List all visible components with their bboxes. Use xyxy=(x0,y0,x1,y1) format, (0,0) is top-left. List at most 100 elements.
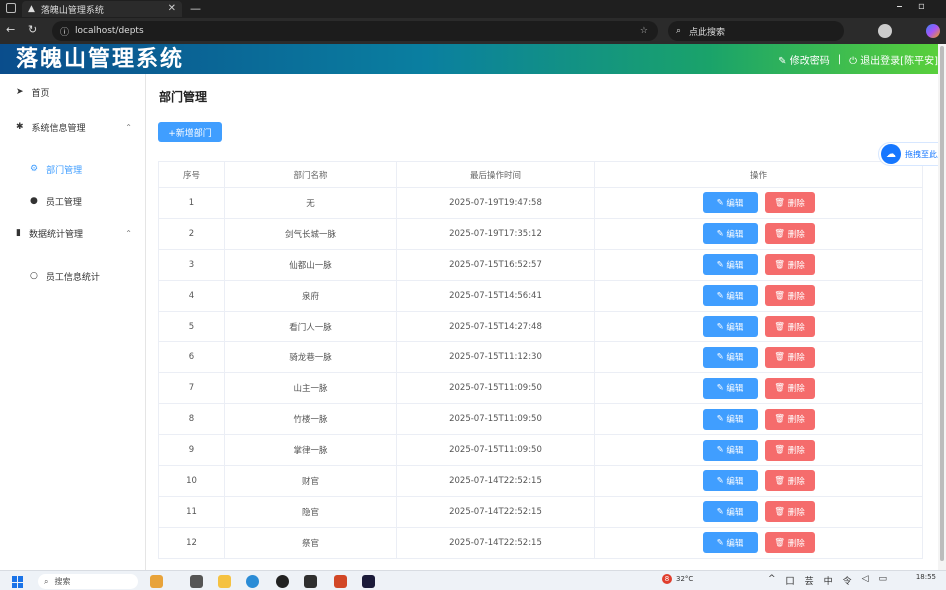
drag-drop-widget[interactable]: ☁ 拖拽至此上 xyxy=(878,142,946,166)
powerpoint-icon[interactable] xyxy=(334,575,347,588)
cell-no: 1 xyxy=(158,187,225,219)
table-row: 11 隐官 2025-07-14T22:52:15 ✎ 编辑 🗑 删除 xyxy=(158,495,923,528)
edit-button[interactable]: ✎ 编辑 xyxy=(702,192,758,214)
page-scrollbar[interactable] xyxy=(938,44,946,570)
delete-button[interactable]: 🗑 删除 xyxy=(764,470,815,492)
volume-icon[interactable]: ◁ xyxy=(862,574,869,587)
sidebar-item-employee-stats[interactable]: ○ 员工信息统计 xyxy=(0,261,146,291)
edit-button[interactable]: ✎ 编辑 xyxy=(702,254,758,276)
edit-button[interactable]: ✎ 编辑 xyxy=(702,346,758,368)
tab-title: 落魄山管理系统 xyxy=(40,5,104,16)
favorite-icon[interactable]: ☆ xyxy=(640,26,648,36)
trash-icon: 🗑 xyxy=(774,445,788,456)
edit-button[interactable]: ✎ 编辑 xyxy=(702,501,758,523)
delete-label: 删除 xyxy=(787,291,805,302)
edit-button[interactable]: ✎ 编辑 xyxy=(702,377,758,399)
browser-tab[interactable]: ▲ 落魄山管理系统 ✕ xyxy=(22,1,182,17)
add-department-button[interactable]: +新增部门 xyxy=(158,122,222,142)
logout-link[interactable]: ⏻ 退出登录[陈平安] xyxy=(849,52,938,67)
cell-time: 2025-07-15T14:56:41 xyxy=(396,279,595,312)
edit-button[interactable]: ✎ 编辑 xyxy=(702,316,758,337)
scrollbar-thumb[interactable] xyxy=(940,46,944,561)
weather-widget[interactable]: 8 32°C xyxy=(662,574,693,584)
edit-button[interactable]: ✎ 编辑 xyxy=(702,439,758,461)
edit-label: 编辑 xyxy=(726,507,744,518)
profile-avatar-icon[interactable] xyxy=(878,24,892,38)
change-password-link[interactable]: ✎ 修改密码 xyxy=(778,52,830,67)
cell-no: 12 xyxy=(158,526,225,559)
delete-button[interactable]: 🗑 删除 xyxy=(764,285,815,307)
ide-icon[interactable] xyxy=(304,575,317,588)
edit-button[interactable]: ✎ 编辑 xyxy=(702,223,758,245)
tray-expand-icon[interactable]: ^ xyxy=(768,574,776,587)
delete-label: 删除 xyxy=(787,507,805,518)
edit-button[interactable]: ✎ 编辑 xyxy=(702,532,758,554)
cell-name: 竹楼一脉 xyxy=(224,403,397,436)
cell-time: 2025-07-14T22:52:15 xyxy=(396,526,595,559)
sidebar-item-departments[interactable]: ⚙ 部门管理 xyxy=(0,154,146,184)
new-tab-icon[interactable]: — xyxy=(190,2,201,15)
trash-icon: 🗑 xyxy=(774,352,788,363)
sidebar-item-statistics[interactable]: ▮ 数据统计管理 ⌃ xyxy=(0,218,146,248)
edit-icon: ✎ xyxy=(716,352,727,363)
delete-button[interactable]: 🗑 删除 xyxy=(764,316,815,337)
taskbar-search[interactable]: ⌕ 搜索 xyxy=(38,574,138,589)
delete-button[interactable]: 🗑 删除 xyxy=(764,223,815,245)
windows-start-icon[interactable] xyxy=(12,576,24,588)
sidebar-item-employees[interactable]: ● 员工管理 xyxy=(0,186,146,216)
copilot-icon[interactable] xyxy=(926,24,940,38)
cell-actions: ✎ 编辑 🗑 删除 xyxy=(594,465,923,497)
file-explorer-icon[interactable] xyxy=(218,575,231,588)
reload-icon[interactable]: ↻ xyxy=(28,23,37,36)
url-bar[interactable]: ⓘ localhost/depts ☆ xyxy=(52,21,658,41)
window-menu-icon[interactable] xyxy=(6,3,16,13)
taskbar-clock[interactable]: 18:55 xyxy=(916,573,936,581)
cell-time: 2025-07-14T22:52:15 xyxy=(396,465,595,497)
delete-button[interactable]: 🗑 删除 xyxy=(764,439,815,461)
search-placeholder: 点此搜索 xyxy=(689,27,726,38)
cell-no: 8 xyxy=(158,403,225,436)
edit-button[interactable]: ✎ 编辑 xyxy=(702,470,758,492)
delete-button[interactable]: 🗑 删除 xyxy=(764,532,815,554)
cell-name: 掌律一脉 xyxy=(224,434,397,467)
task-view-icon[interactable] xyxy=(190,575,203,588)
grid-icon: ⚙ xyxy=(30,164,39,174)
cell-name: 隐官 xyxy=(224,495,397,528)
widget-app-icon[interactable] xyxy=(150,575,163,588)
input-language-icon[interactable]: 中 xyxy=(824,574,833,587)
row-actions: ✎ 编辑 🗑 删除 xyxy=(595,254,922,276)
table-row: 10 财官 2025-07-14T22:52:15 ✎ 编辑 🗑 删除 xyxy=(158,465,923,497)
qq-icon[interactable] xyxy=(276,575,289,588)
edit-icon: ✎ xyxy=(716,383,727,394)
edge-browser-icon[interactable] xyxy=(246,575,259,588)
delete-button[interactable]: 🗑 删除 xyxy=(764,408,815,430)
cell-no: 10 xyxy=(158,465,225,497)
maximize-icon[interactable]: ▫ xyxy=(918,1,925,12)
edit-icon: ✎ xyxy=(716,197,727,208)
edit-label: 编辑 xyxy=(726,229,744,240)
back-icon[interactable]: ← xyxy=(6,23,15,36)
sidebar-item-system-info[interactable]: ✱ 系统信息管理 ⌃ xyxy=(0,112,146,142)
wifi-icon[interactable]: 令 xyxy=(843,574,852,587)
search-bar[interactable]: ⌕ 点此搜索 xyxy=(668,21,844,41)
delete-button[interactable]: 🗑 删除 xyxy=(764,377,815,399)
delete-label: 删除 xyxy=(787,353,805,364)
delete-button[interactable]: 🗑 删除 xyxy=(764,192,815,214)
edit-button[interactable]: ✎ 编辑 xyxy=(702,285,758,307)
edit-button[interactable]: ✎ 编辑 xyxy=(702,408,758,430)
jetbrains-icon[interactable] xyxy=(362,575,375,588)
delete-button[interactable]: 🗑 删除 xyxy=(764,501,815,523)
close-icon[interactable]: ✕ xyxy=(168,3,176,14)
battery-icon[interactable]: ▭ xyxy=(879,574,888,587)
delete-button[interactable]: 🗑 删除 xyxy=(764,254,815,276)
browser-titlebar: ▲ 落魄山管理系统 ✕ — ⎯ ▫ xyxy=(0,0,946,18)
ime-icon[interactable]: 芸 xyxy=(805,574,814,587)
delete-label: 删除 xyxy=(787,260,805,271)
tray-app-icon[interactable]: 囗 xyxy=(786,574,795,587)
minimize-icon[interactable]: ⎯ xyxy=(897,1,902,12)
edit-label: 编辑 xyxy=(726,260,744,271)
trash-icon: 🗑 xyxy=(774,475,788,486)
row-actions: ✎ 编辑 🗑 删除 xyxy=(595,192,922,214)
sidebar-item-home[interactable]: ➤ 首页 xyxy=(0,77,146,107)
delete-button[interactable]: 🗑 删除 xyxy=(764,346,815,368)
